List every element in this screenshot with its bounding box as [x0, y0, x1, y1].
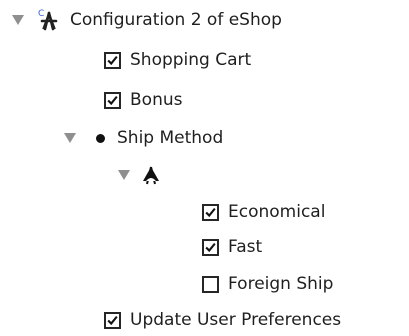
tree-row-ship-method[interactable]: Ship Method: [64, 123, 223, 153]
fast-label: Fast: [228, 237, 263, 257]
shopping-cart-checkbox[interactable]: [104, 51, 121, 69]
fast-checkbox[interactable]: [202, 238, 219, 256]
disclosure-triangle-down-icon[interactable]: [64, 133, 76, 143]
tree-row-shopping-cart[interactable]: Shopping Cart: [104, 45, 251, 75]
disclosure-triangle-down-icon[interactable]: [12, 15, 24, 25]
ship-method-label: Ship Method: [117, 128, 224, 148]
tree-row-bonus[interactable]: Bonus: [104, 85, 182, 115]
tree-row-foreign-ship[interactable]: Foreign Ship: [202, 269, 333, 299]
tree-row-configuration[interactable]: C Configuration 2 of eShop: [12, 5, 282, 35]
bonus-checkbox[interactable]: [104, 91, 121, 109]
economical-label: Economical: [228, 202, 326, 222]
tree-row-fast[interactable]: Fast: [202, 232, 262, 262]
foreign-ship-label: Foreign Ship: [228, 274, 334, 294]
shopping-cart-label: Shopping Cart: [130, 50, 252, 70]
feature-tree: C Configuration 2 of eShop Shopping Cart…: [0, 0, 409, 336]
foreign-ship-checkbox[interactable]: [202, 275, 219, 293]
alternative-group-icon: [140, 164, 162, 186]
tree-row-update-user-preferences[interactable]: Update User Preferences: [104, 305, 341, 335]
bullet-dot-icon: [96, 133, 105, 143]
configuration-icon: C: [36, 7, 62, 33]
tree-row-alternative-group[interactable]: [118, 160, 162, 190]
tree-row-economical[interactable]: Economical: [202, 197, 325, 227]
disclosure-triangle-down-icon[interactable]: [118, 170, 130, 180]
economical-checkbox[interactable]: [202, 203, 219, 221]
configuration-badge: C: [38, 9, 44, 19]
configuration-label: Configuration 2 of eShop: [70, 10, 282, 30]
update-user-preferences-label: Update User Preferences: [130, 310, 342, 330]
update-user-preferences-checkbox[interactable]: [104, 311, 121, 329]
bonus-label: Bonus: [130, 90, 183, 110]
